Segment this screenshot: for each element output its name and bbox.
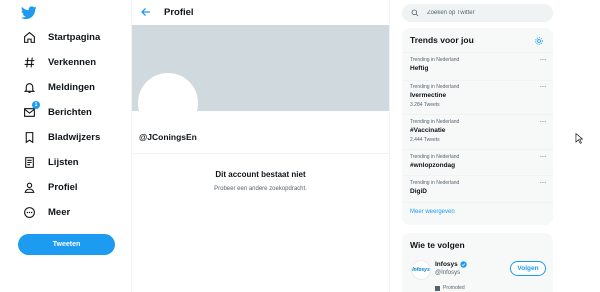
nav-item-meldingen[interactable]: Meldingen [16,76,95,98]
trend-name: Heftig [410,65,429,72]
who-to-follow-title: Wie te volgen [410,240,465,250]
more-options-icon[interactable]: ··· [540,152,547,161]
promoted-label: Promoted [435,285,465,291]
trend-context: Trending in Nederland [410,119,460,125]
nav-label: Berichten [48,106,92,118]
nav-label: Meldingen [48,81,95,93]
nav-item-startpagina[interactable]: Startpagina [16,26,100,48]
follow-button[interactable]: Volgen [510,261,546,276]
tweet-button[interactable]: Tweeten [18,234,115,255]
nav-label: Verkennen [48,56,97,68]
nav-item-berichten[interactable]: 1 Berichten [16,101,92,123]
who-to-follow-panel: Wie te volgen Infosys Infosys @Infosys V… [402,233,553,292]
trend-count: 3.284 Tweets [410,102,440,108]
page-title: Profiel [164,7,194,18]
home-icon [22,30,36,44]
message-badge: 1 [32,101,40,109]
main-column: Profiel @JConingsEn Dit account bestaat … [131,0,390,292]
mouse-cursor-icon [575,133,583,144]
envelope-icon: 1 [22,101,40,119]
trend-item[interactable]: Trending in Nederland DigiD ··· [402,178,553,202]
verified-badge-icon [460,261,467,268]
person-icon [22,180,36,194]
more-options-icon[interactable]: ··· [540,117,547,126]
trend-context: Trending in Nederland [410,57,460,63]
trend-name: #Vaccinatie [410,127,446,134]
more-options-icon[interactable]: ··· [540,55,547,64]
trend-context: Trending in Nederland [410,154,460,160]
account-logo[interactable]: Infosys [411,260,431,280]
profile-handle: @JConingsEn [139,132,197,142]
account-name: Infosys [435,261,458,268]
nav-label: Bladwijzers [48,131,101,143]
nav-item-bladwijzers[interactable]: Bladwijzers [16,126,100,148]
bell-icon [22,80,36,94]
divider [402,202,553,203]
search-input[interactable] [427,10,537,16]
divider [402,149,553,150]
twitter-logo-icon[interactable] [21,6,37,20]
trend-context: Trending in Nederland [410,84,460,90]
more-options-icon[interactable]: ··· [540,82,547,91]
hashtag-icon [22,55,36,69]
nav-item-verkennen[interactable]: Verkennen [16,51,96,73]
divider [132,153,389,154]
promoted-icon [435,285,440,291]
divider [402,80,553,81]
trend-item[interactable]: Trending in Nederland #wnlopzondag ··· [402,152,553,176]
divider [402,52,553,53]
search-bar[interactable] [402,4,553,22]
divider [402,114,553,115]
nav-label: Lijsten [48,156,79,168]
avatar [138,73,198,133]
nav-label: Profiel [48,181,78,193]
back-arrow-icon[interactable] [140,6,152,18]
not-found-subtitle: Probeer een andere zoekopdracht. [214,186,307,192]
trend-item[interactable]: Trending in Nederland Ivermectine 3.284 … [402,82,553,114]
account-handle: @Infosys [435,270,461,276]
trend-name: Ivermectine [410,92,447,99]
show-more-link[interactable]: Meer weergeven [410,209,455,215]
account-name-row[interactable]: Infosys [435,261,467,268]
list-icon [22,155,36,169]
nav-item-meer[interactable]: Meer [16,201,70,223]
gear-icon[interactable] [534,36,544,46]
nav-item-profiel[interactable]: Profiel [16,176,78,198]
trend-name: DigiD [410,188,427,195]
bookmark-icon [22,130,36,144]
trend-count: 2.444 Tweets [410,137,440,143]
search-icon [411,9,419,17]
trend-name: #wnlopzondag [410,162,456,169]
nav-label: Meer [48,206,71,218]
more-options-icon[interactable]: ··· [540,178,547,187]
nav-item-lijsten[interactable]: Lijsten [16,151,79,173]
trends-title: Trends voor jou [410,35,474,45]
left-sidebar: Startpagina Verkennen Meldingen 1 Berich… [0,0,130,292]
trend-item[interactable]: Trending in Nederland #Vaccinatie 2.444 … [402,117,553,149]
divider [402,175,553,176]
trend-item[interactable]: Trending in Nederland Heftig ··· [402,55,553,81]
not-found-title: Dit account bestaat niet [215,170,306,179]
more-circle-icon [22,205,36,219]
trends-panel: Trends voor jou Trending in Nederland He… [402,28,553,225]
promoted-text: Promoted [443,285,465,291]
trend-context: Trending in Nederland [410,180,460,186]
nav-label: Startpagina [48,31,101,43]
